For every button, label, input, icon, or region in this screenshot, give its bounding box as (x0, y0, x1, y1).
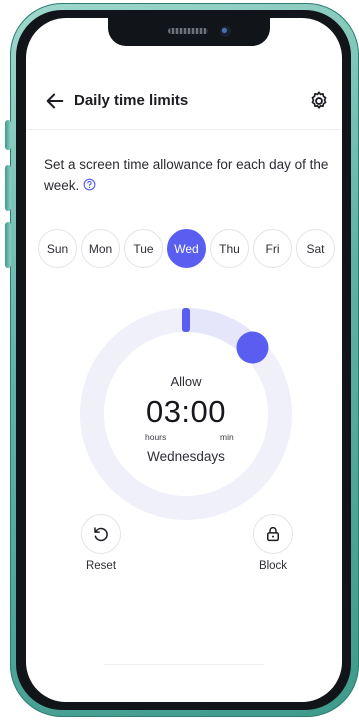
camera-icon (220, 26, 231, 37)
lock-icon (267, 526, 279, 542)
page-title: Daily time limits (74, 92, 189, 109)
app-header: Daily time limits (26, 74, 342, 130)
phone-side-button (5, 120, 11, 150)
question-circle-icon[interactable] (83, 178, 96, 191)
day-label: Fri (265, 241, 280, 256)
app-screen: Daily time limits Set a screen time allo… (26, 18, 342, 702)
time-value: 03:00 (145, 394, 227, 429)
day-sun[interactable]: Sun (38, 229, 77, 268)
dial-readout: Allow 03:00 hours min Wednesdays (78, 306, 294, 522)
day-label: Wed (174, 241, 199, 256)
stage: Daily time limits Set a screen time allo… (0, 0, 359, 720)
gear-icon[interactable] (308, 90, 330, 112)
reset-button[interactable]: Reset (66, 514, 136, 584)
day-label: Mon (88, 241, 113, 256)
day-wed[interactable]: Wed (167, 229, 206, 268)
phone-notch (108, 18, 270, 46)
day-label: Thu (219, 241, 240, 256)
day-label: Sun (46, 241, 69, 256)
day-mon[interactable]: Mon (81, 229, 120, 268)
selected-day-label: Wednesdays (147, 449, 225, 464)
rotate-ccw-icon (94, 527, 108, 542)
hours-unit-label: hours (145, 432, 167, 442)
reset-circle (81, 514, 121, 554)
day-fri[interactable]: Fri (253, 229, 292, 268)
arrow-left-icon[interactable] (44, 90, 66, 112)
day-label: Tue (133, 241, 154, 256)
minutes-unit-label: min (220, 432, 234, 442)
allow-label: Allow (170, 374, 202, 389)
reset-label: Reset (85, 560, 117, 572)
phone-side-button (5, 165, 11, 211)
block-circle (253, 514, 293, 554)
intro-paragraph: Set a screen time allowance for each day… (44, 154, 334, 196)
day-tue[interactable]: Tue (124, 229, 163, 268)
block-label: Block (258, 560, 288, 572)
day-label: Sat (306, 241, 325, 256)
phone-side-button (5, 222, 11, 268)
day-thu[interactable]: Thu (210, 229, 249, 268)
speaker-grille (168, 28, 208, 34)
block-button[interactable]: Block (238, 514, 308, 584)
home-indicator (104, 664, 264, 665)
day-sat[interactable]: Sat (296, 229, 335, 268)
day-selector: Sun Mon Tue Wed Thu Fri Sat (38, 229, 335, 269)
